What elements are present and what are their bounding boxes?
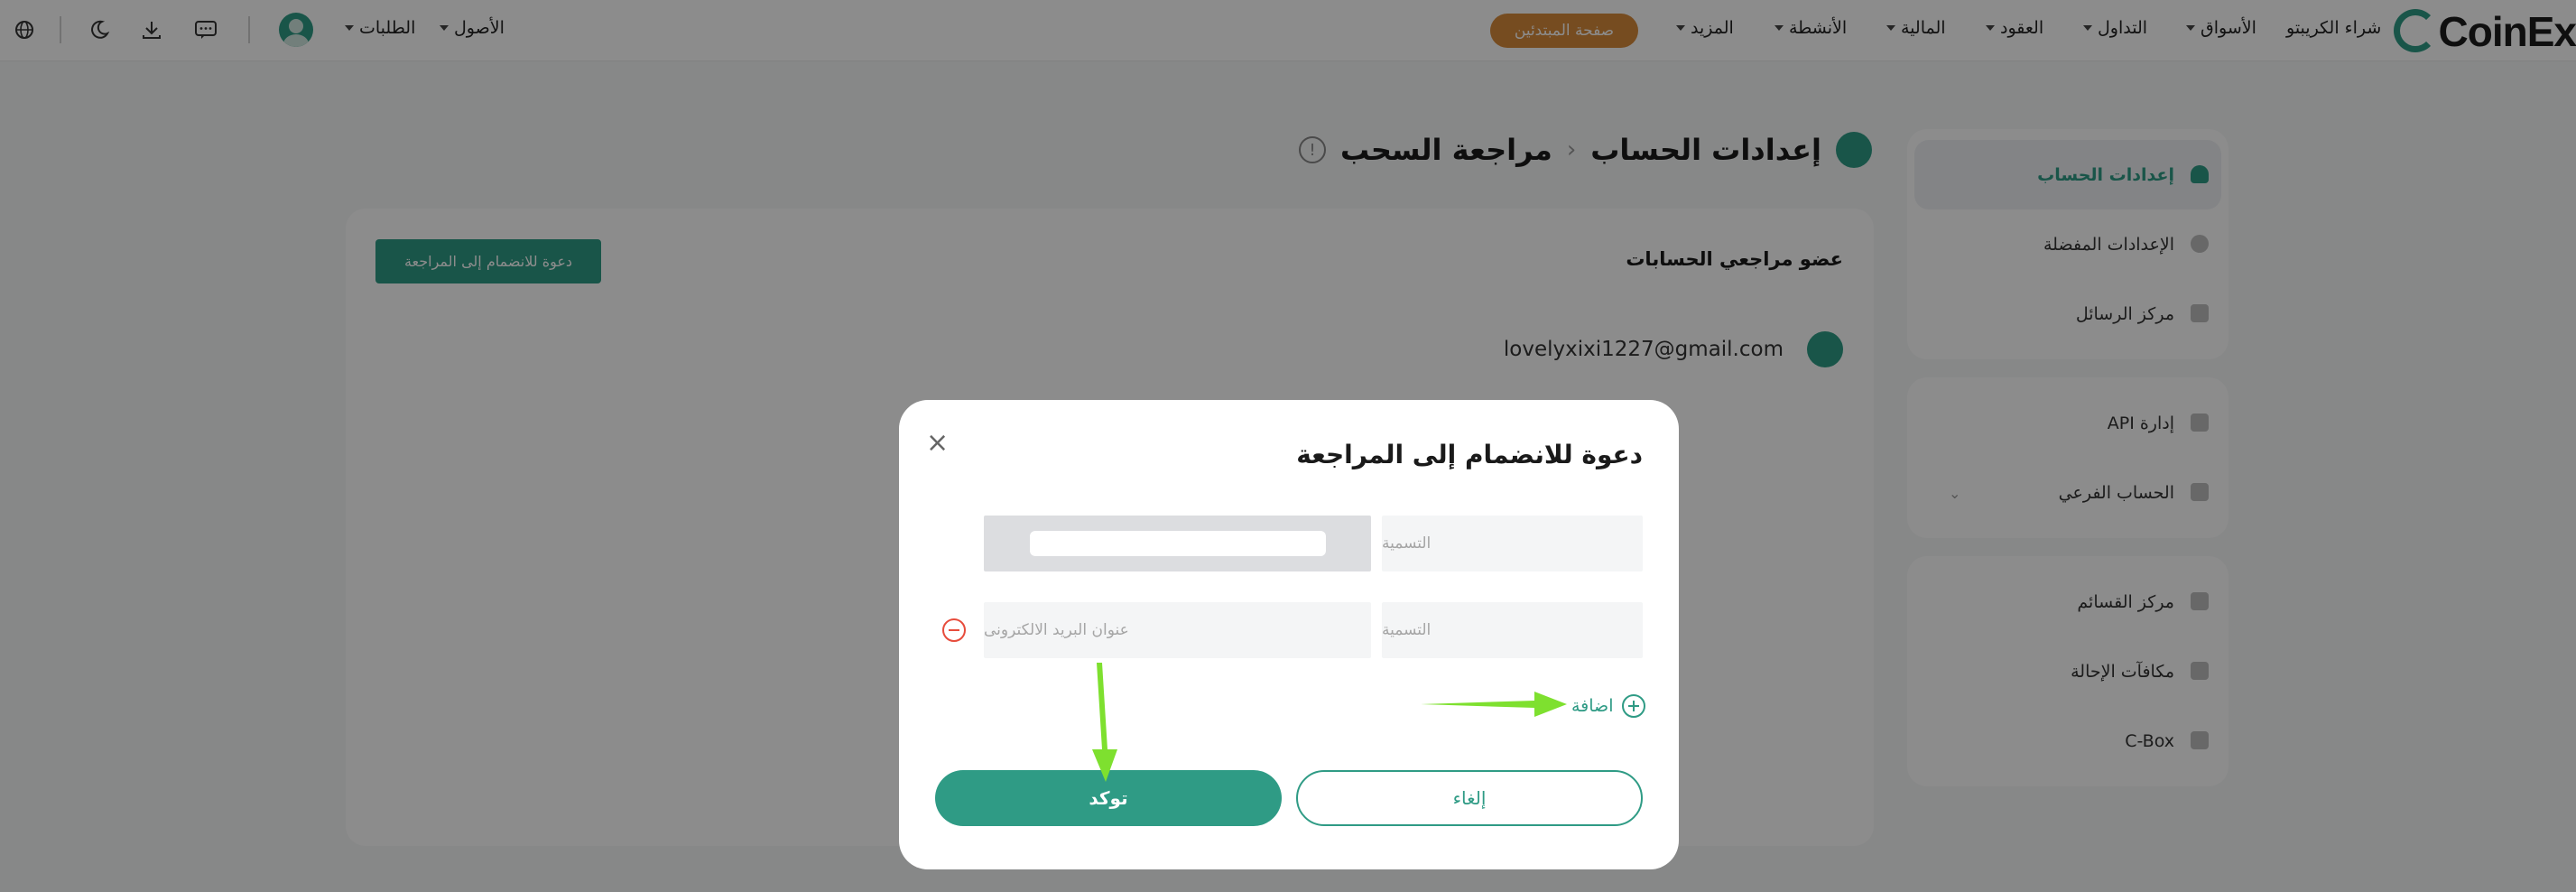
add-row-button[interactable]: اضافة xyxy=(1571,694,1646,718)
email-field-placeholder: عنوان البريد الالكترونى xyxy=(984,621,1129,639)
page: CoinEx شراء الكريبتو الأسواق التداول الع… xyxy=(0,0,2576,892)
label-field[interactable]: التسمية xyxy=(1382,602,1643,658)
add-circle-icon xyxy=(1622,694,1646,718)
add-row-label: اضافة xyxy=(1571,696,1614,716)
annotation-arrow-right-icon xyxy=(1421,692,1567,717)
email-field-autofill-bar xyxy=(1029,531,1326,556)
dialog-title: دعوة للانضمام إلى المراجعة xyxy=(1296,440,1643,469)
email-field[interactable]: عنوان البريد الالكترونى xyxy=(984,602,1371,658)
label-field-placeholder: التسمية xyxy=(1382,534,1432,553)
label-field-placeholder: التسمية xyxy=(1382,621,1432,639)
email-field[interactable] xyxy=(984,516,1371,571)
close-icon[interactable]: × xyxy=(926,430,949,457)
label-field[interactable]: التسمية xyxy=(1382,516,1643,571)
invite-reviewer-dialog: × دعوة للانضمام إلى المراجعة التسمية الت… xyxy=(899,400,1679,869)
annotation-arrow-down-icon xyxy=(1092,663,1117,782)
cancel-button[interactable]: إلغاء xyxy=(1296,770,1643,826)
remove-row-icon[interactable] xyxy=(942,618,966,642)
